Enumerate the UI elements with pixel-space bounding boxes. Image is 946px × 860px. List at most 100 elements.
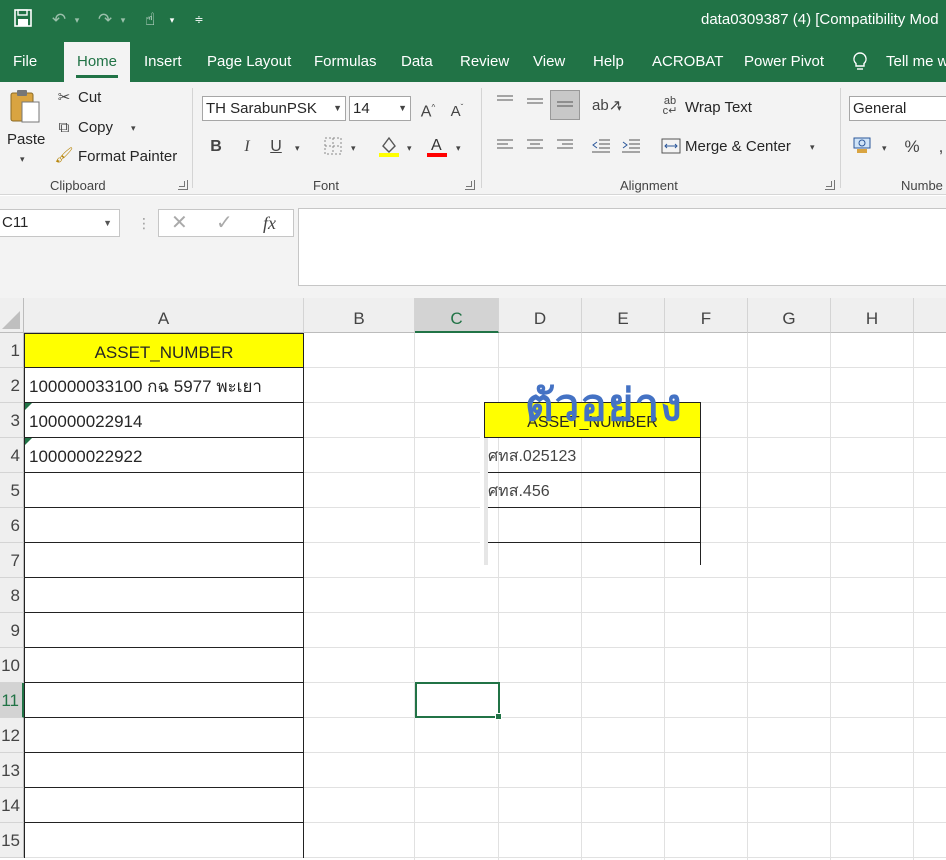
row-header[interactable]: 15 bbox=[0, 823, 24, 858]
align-left-icon[interactable] bbox=[494, 138, 516, 158]
wrap-text-button[interactable]: Wrap Text bbox=[685, 99, 752, 116]
touch-mode-dropdown-icon[interactable]: ▾ bbox=[166, 9, 178, 31]
percent-button[interactable]: % bbox=[902, 137, 922, 157]
customize-qat-icon[interactable]: ≑ bbox=[192, 9, 206, 31]
row-header[interactable]: 9 bbox=[0, 613, 24, 648]
cell-a2[interactable]: 100000033100 กฉ 5977 พะเยา bbox=[29, 369, 262, 404]
align-bottom-icon[interactable] bbox=[550, 90, 580, 120]
column-header[interactable]: E bbox=[582, 298, 665, 333]
row-header[interactable]: 6 bbox=[0, 508, 24, 543]
row-header[interactable]: 7 bbox=[0, 543, 24, 578]
column-header[interactable]: B bbox=[304, 298, 415, 333]
font-size-select[interactable]: 14 ▼ bbox=[349, 96, 411, 121]
orientation-dropdown-icon[interactable]: ▾ bbox=[617, 103, 622, 114]
fill-color-dropdown-icon[interactable]: ▾ bbox=[407, 143, 412, 154]
tab-home[interactable]: Home bbox=[64, 42, 130, 82]
align-middle-icon[interactable] bbox=[524, 94, 546, 114]
row-header[interactable]: 2 bbox=[0, 368, 24, 403]
cancel-icon[interactable]: ✕ bbox=[171, 212, 188, 234]
tab-insert[interactable]: Insert bbox=[144, 41, 182, 82]
select-all-button[interactable] bbox=[0, 298, 24, 333]
undo-icon[interactable]: ↶ bbox=[46, 9, 72, 31]
tab-page-layout[interactable]: Page Layout bbox=[207, 41, 291, 82]
tab-help[interactable]: Help bbox=[593, 41, 624, 82]
font-color-icon[interactable]: A bbox=[426, 134, 448, 164]
underline-button[interactable]: U bbox=[266, 137, 286, 157]
paste-button[interactable]: Paste bbox=[7, 131, 45, 148]
fill-color-icon[interactable] bbox=[378, 134, 400, 164]
formula-input[interactable] bbox=[298, 208, 946, 286]
redo-icon[interactable]: ↷ bbox=[92, 9, 118, 31]
merge-dropdown-icon[interactable]: ▾ bbox=[810, 142, 815, 153]
undo-dropdown-icon[interactable]: ▾ bbox=[72, 9, 82, 31]
redo-dropdown-icon[interactable]: ▾ bbox=[118, 9, 128, 31]
column-header-selected[interactable]: C bbox=[415, 298, 499, 333]
alignment-launcher-icon[interactable] bbox=[825, 180, 835, 190]
accounting-dropdown-icon[interactable]: ▾ bbox=[882, 143, 887, 154]
increase-indent-icon[interactable] bbox=[620, 138, 642, 160]
paste-icon[interactable] bbox=[8, 88, 42, 124]
save-icon[interactable] bbox=[12, 9, 34, 31]
clipboard-launcher-icon[interactable] bbox=[178, 180, 188, 190]
row-header[interactable]: 4 bbox=[0, 438, 24, 473]
tab-file[interactable]: File bbox=[13, 41, 37, 82]
font-name-select[interactable]: TH SarabunPSK ▼ bbox=[202, 96, 346, 121]
tell-me-search[interactable]: Tell me w bbox=[886, 41, 946, 82]
asset-number-header-cell[interactable]: ASSET_NUMBER bbox=[24, 333, 304, 368]
insert-function-button[interactable]: fx bbox=[263, 212, 276, 234]
wrap-text-icon[interactable]: ab c↵ bbox=[660, 96, 680, 117]
tab-data[interactable]: Data bbox=[401, 41, 433, 82]
underline-dropdown-icon[interactable]: ▾ bbox=[295, 143, 300, 154]
align-right-icon[interactable] bbox=[554, 138, 576, 158]
cell-a3[interactable]: 100000022914 bbox=[29, 404, 142, 439]
font-launcher-icon[interactable] bbox=[465, 180, 475, 190]
copy-dropdown-icon[interactable]: ▾ bbox=[131, 123, 136, 134]
column-header[interactable]: F bbox=[665, 298, 748, 333]
format-painter-icon[interactable]: 🖌 bbox=[54, 146, 74, 166]
increase-font-icon[interactable]: A^ bbox=[418, 98, 438, 122]
touch-mode-icon[interactable]: ☝ bbox=[140, 9, 160, 31]
merge-center-button[interactable]: Merge & Center bbox=[685, 138, 791, 155]
row-header[interactable]: 14 bbox=[0, 788, 24, 823]
tab-power-pivot[interactable]: Power Pivot bbox=[744, 41, 824, 82]
italic-button[interactable]: I bbox=[237, 137, 257, 157]
enter-icon[interactable]: ✓ bbox=[216, 212, 233, 234]
decrease-indent-icon[interactable] bbox=[590, 138, 612, 160]
name-box[interactable]: C11 ▼ bbox=[0, 209, 120, 237]
decrease-font-icon[interactable]: Aˇ bbox=[447, 98, 467, 122]
bold-button[interactable]: B bbox=[206, 137, 226, 157]
copy-icon[interactable]: ⧉ bbox=[54, 118, 74, 138]
column-header[interactable]: G bbox=[748, 298, 831, 333]
cut-button[interactable]: Cut bbox=[78, 89, 101, 106]
column-header[interactable]: H bbox=[831, 298, 914, 333]
borders-icon[interactable] bbox=[322, 137, 344, 161]
copy-button[interactable]: Copy bbox=[78, 119, 113, 136]
scissors-icon[interactable]: ✂ bbox=[54, 88, 74, 108]
tab-acrobat[interactable]: ACROBAT bbox=[652, 41, 723, 82]
row-header[interactable]: 5 bbox=[0, 473, 24, 508]
cell-a4[interactable]: 100000022922 bbox=[29, 439, 142, 474]
row-header[interactable]: 3 bbox=[0, 403, 24, 438]
align-center-icon[interactable] bbox=[524, 138, 546, 158]
active-cell[interactable] bbox=[415, 682, 502, 720]
chevron-down-icon[interactable]: ▼ bbox=[103, 210, 112, 236]
orientation-icon[interactable]: ab↗ bbox=[592, 96, 621, 116]
merge-center-icon[interactable] bbox=[660, 138, 682, 160]
tab-view[interactable]: View bbox=[533, 41, 565, 82]
row-header[interactable]: 12 bbox=[0, 718, 24, 753]
tab-formulas[interactable]: Formulas bbox=[314, 41, 377, 82]
column-header[interactable]: D bbox=[499, 298, 582, 333]
borders-dropdown-icon[interactable]: ▾ bbox=[351, 143, 356, 154]
tab-review[interactable]: Review bbox=[460, 41, 509, 82]
row-header[interactable]: 13 bbox=[0, 753, 24, 788]
font-color-dropdown-icon[interactable]: ▾ bbox=[456, 143, 461, 154]
comma-style-icon[interactable]: , bbox=[936, 137, 946, 157]
row-header[interactable]: 10 bbox=[0, 648, 24, 683]
column-header[interactable]: A bbox=[24, 298, 304, 333]
accounting-format-icon[interactable] bbox=[852, 136, 874, 160]
row-header[interactable]: 8 bbox=[0, 578, 24, 613]
format-painter-button[interactable]: Format Painter bbox=[78, 148, 177, 165]
number-format-select[interactable]: General bbox=[849, 96, 946, 121]
column-header[interactable] bbox=[914, 298, 946, 333]
row-header[interactable]: 1 bbox=[0, 333, 24, 368]
